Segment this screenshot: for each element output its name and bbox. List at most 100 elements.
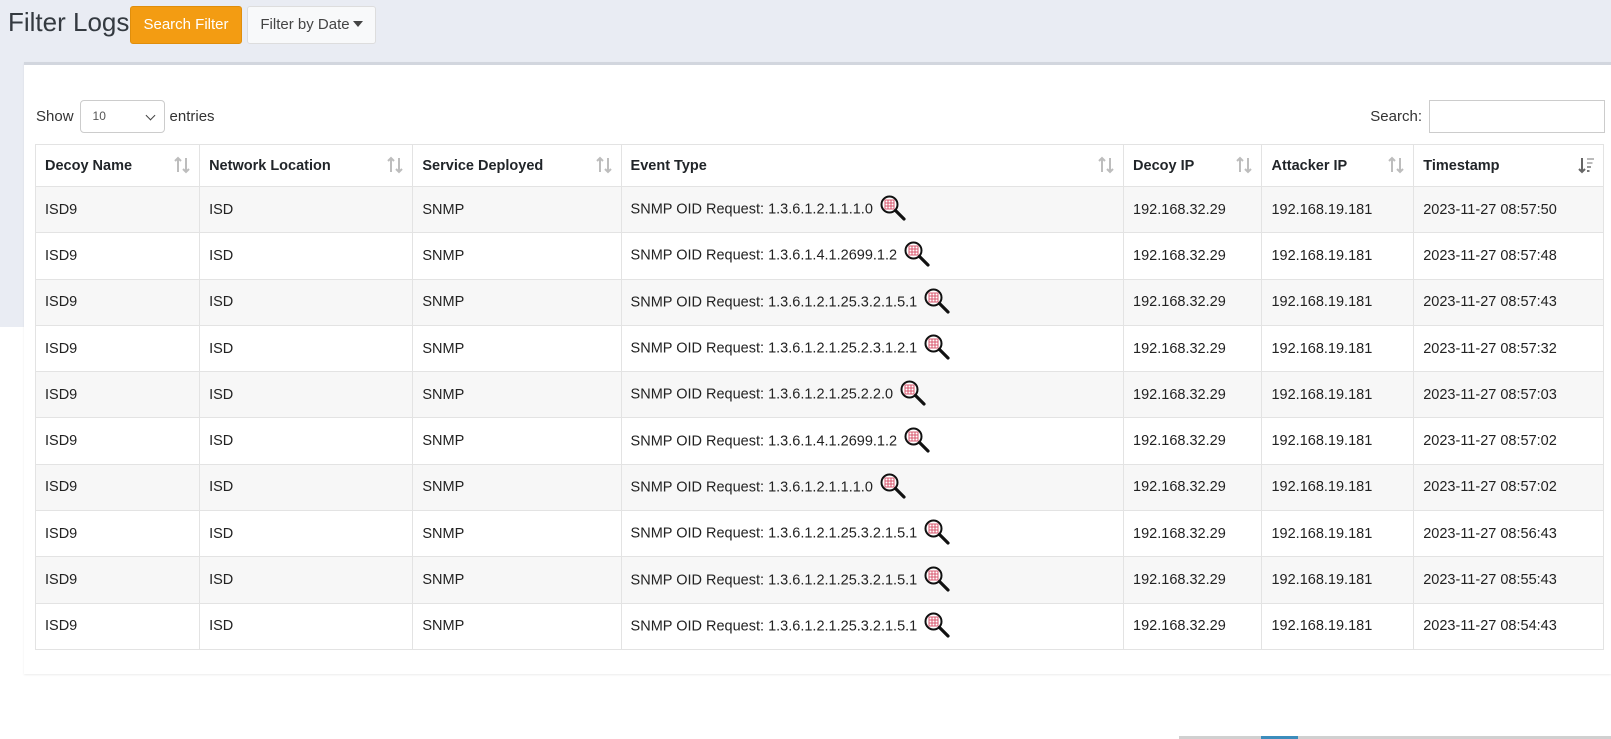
filter-by-date-button[interactable]: Filter by Date <box>247 6 376 44</box>
service-deployed-value: SNMP <box>422 433 465 450</box>
cell-timestamp: 2023-11-27 08:57:32 <box>1413 324 1604 373</box>
event-type-value: SNMP OID Request: 1.3.6.1.2.1.1.1.0 <box>630 201 873 218</box>
magnifier-details-icon[interactable] <box>903 240 930 268</box>
column-header-decoy-ip[interactable]: Decoy IP <box>1123 144 1263 187</box>
cell-decoy-name: ISD9 <box>34 463 201 512</box>
cell-service-deployed: SNMP <box>412 232 622 280</box>
cell-attacker-ip: 192.168.19.181 <box>1261 556 1415 604</box>
magnifier-details-icon[interactable] <box>879 194 906 221</box>
cell-service-deployed: SNMP <box>412 417 622 465</box>
cell-network-location: ISD <box>199 510 414 558</box>
cell-network-location: ISD <box>199 417 414 465</box>
cell-timestamp: 2023-11-27 08:57:48 <box>1413 232 1604 280</box>
decoy-ip-value: 192.168.32.29 <box>1133 618 1226 635</box>
magnifier-details-icon[interactable] <box>923 518 950 545</box>
cell-timestamp: 2023-11-27 08:57:43 <box>1413 278 1604 326</box>
table-row[interactable]: ISD9 ISD SNMP SNMP OID Request: 1.3.6.1.2.1… <box>34 602 1604 650</box>
search-filter-button[interactable]: Search Filter <box>130 6 242 44</box>
event-type-value: SNMP OID Request: 1.3.6.1.2.1.25.3.2.1.5… <box>630 294 918 311</box>
service-deployed-value: SNMP <box>422 479 465 496</box>
cell-service-deployed: SNMP <box>412 278 622 326</box>
timestamp-value: 2023-11-27 08:57:02 <box>1423 479 1557 496</box>
cell-service-deployed: SNMP <box>412 602 622 650</box>
cell-decoy-name: ISD9 <box>34 278 201 326</box>
service-deployed-value: SNMP <box>422 340 465 357</box>
magnifier-details-icon[interactable] <box>903 426 930 453</box>
cell-event-type: SNMP OID Request: 1.3.6.1.4.1.2699.1.2 <box>620 417 1125 465</box>
filter-by-date-label: Filter by Date <box>260 16 350 33</box>
logs-card: Show 10 entries Search: Decoy Name Netwo… <box>24 62 1611 739</box>
cell-attacker-ip: 192.168.19.181 <box>1261 417 1415 465</box>
magnifier-details-icon[interactable] <box>879 472 906 499</box>
table-row[interactable]: ISD9 ISD SNMP SNMP OID Request: 1.3.6.1.2.1… <box>34 556 1604 604</box>
show-label: Show <box>36 107 74 125</box>
decoy-ip-value: 192.168.32.29 <box>1133 525 1226 542</box>
sort-arrows-icon <box>387 156 404 174</box>
event-type-value: SNMP OID Request: 1.3.6.1.4.1.2699.1.2 <box>630 432 898 449</box>
cell-service-deployed: SNMP <box>412 510 622 558</box>
sort-descending-icon <box>1578 156 1594 174</box>
cell-attacker-ip: 192.168.19.181 <box>1261 324 1415 373</box>
cell-timestamp: 2023-11-27 08:57:02 <box>1413 417 1604 465</box>
magnifier-details-icon[interactable] <box>923 333 950 360</box>
search-input[interactable] <box>1429 99 1605 133</box>
table-row[interactable]: ISD9 ISD SNMP SNMP OID Request: 1.3.6.1.4.1… <box>34 417 1604 465</box>
table-row[interactable]: ISD9 ISD SNMP SNMP OID Request: 1.3.6.1.2.1… <box>34 371 1604 419</box>
column-header-service-deployed[interactable]: Service Deployed <box>412 144 622 187</box>
cell-decoy-ip: 192.168.32.29 <box>1123 556 1263 604</box>
cell-service-deployed: SNMP <box>412 556 622 604</box>
cell-attacker-ip: 192.168.19.181 <box>1261 463 1415 512</box>
timestamp-value: 2023-11-27 08:57:43 <box>1423 294 1557 311</box>
timestamp-value: 2023-11-27 08:57:48 <box>1423 247 1557 264</box>
cell-network-location: ISD <box>199 602 414 650</box>
table-row[interactable]: ISD9 ISD SNMP SNMP OID Request: 1.3.6.1.2.1… <box>34 510 1604 558</box>
event-type-value: SNMP OID Request: 1.3.6.1.2.1.25.2.2.0 <box>630 386 894 403</box>
cell-event-type: SNMP OID Request: 1.3.6.1.2.1.25.3.2.1.5… <box>620 556 1125 604</box>
table-row[interactable]: ISD9 ISD SNMP SNMP OID Request: 1.3.6.1.4.1… <box>34 232 1604 280</box>
column-header-attacker-ip[interactable]: Attacker IP <box>1261 144 1415 187</box>
cell-event-type: SNMP OID Request: 1.3.6.1.2.1.25.3.2.1.5… <box>620 510 1125 558</box>
magnifier-details-icon[interactable] <box>923 565 950 592</box>
entries-select[interactable]: 10 <box>79 99 165 133</box>
cell-attacker-ip: 192.168.19.181 <box>1261 602 1415 650</box>
table-row[interactable]: ISD9 ISD SNMP SNMP OID Request: 1.3.6.1.2.1… <box>34 185 1604 234</box>
magnifier-details-icon[interactable] <box>899 379 926 406</box>
cell-attacker-ip: 192.168.19.181 <box>1261 510 1415 558</box>
column-header-event-type[interactable]: Event Type <box>620 144 1125 187</box>
entries-length-control: Show 10 entries <box>36 99 215 133</box>
table-header-row: Decoy Name Network Location Service Depl… <box>34 144 1604 187</box>
cell-timestamp: 2023-11-27 08:54:43 <box>1413 602 1604 650</box>
attacker-ip-value: 192.168.19.181 <box>1271 201 1373 218</box>
attacker-ip-value: 192.168.19.181 <box>1271 479 1373 496</box>
table-row[interactable]: ISD9 ISD SNMP SNMP OID Request: 1.3.6.1.2.1… <box>34 324 1604 373</box>
decoy-name-value: ISD9 <box>45 247 78 264</box>
magnifier-details-icon[interactable] <box>923 287 950 314</box>
table-row[interactable]: ISD9 ISD SNMP SNMP OID Request: 1.3.6.1.2.1… <box>34 278 1604 326</box>
column-header-decoy-name[interactable]: Decoy Name <box>34 144 201 187</box>
network-location-value: ISD <box>209 433 234 450</box>
column-header-timestamp[interactable]: Timestamp <box>1413 144 1604 187</box>
cell-decoy-name: ISD9 <box>34 232 201 280</box>
cell-decoy-ip: 192.168.32.29 <box>1123 278 1263 326</box>
logs-table: Decoy Name Network Location Service Depl… <box>34 144 1604 650</box>
cell-decoy-name: ISD9 <box>34 556 201 604</box>
event-type-value: SNMP OID Request: 1.3.6.1.2.1.25.2.3.1.2… <box>630 340 918 357</box>
cell-decoy-ip: 192.168.32.29 <box>1123 510 1263 558</box>
cell-timestamp: 2023-11-27 08:57:50 <box>1413 185 1604 234</box>
cell-network-location: ISD <box>199 324 414 373</box>
chevron-down-icon <box>145 110 155 120</box>
cell-timestamp: 2023-11-27 08:57:03 <box>1413 371 1604 419</box>
cell-decoy-name: ISD9 <box>34 602 201 650</box>
decoy-ip-value: 192.168.32.29 <box>1133 479 1226 496</box>
service-deployed-value: SNMP <box>422 294 465 311</box>
table-row[interactable]: ISD9 ISD SNMP SNMP OID Request: 1.3.6.1.2.1… <box>34 463 1604 512</box>
attacker-ip-value: 192.168.19.181 <box>1271 433 1373 450</box>
decoy-name-value: ISD9 <box>45 294 78 311</box>
column-header-network-location[interactable]: Network Location <box>199 144 414 187</box>
network-location-value: ISD <box>209 525 234 542</box>
cell-network-location: ISD <box>199 556 414 604</box>
column-header-label: Attacker IP <box>1271 157 1348 174</box>
timestamp-value: 2023-11-27 08:57:03 <box>1423 386 1557 403</box>
cell-attacker-ip: 192.168.19.181 <box>1261 278 1415 326</box>
magnifier-details-icon[interactable] <box>923 611 950 638</box>
